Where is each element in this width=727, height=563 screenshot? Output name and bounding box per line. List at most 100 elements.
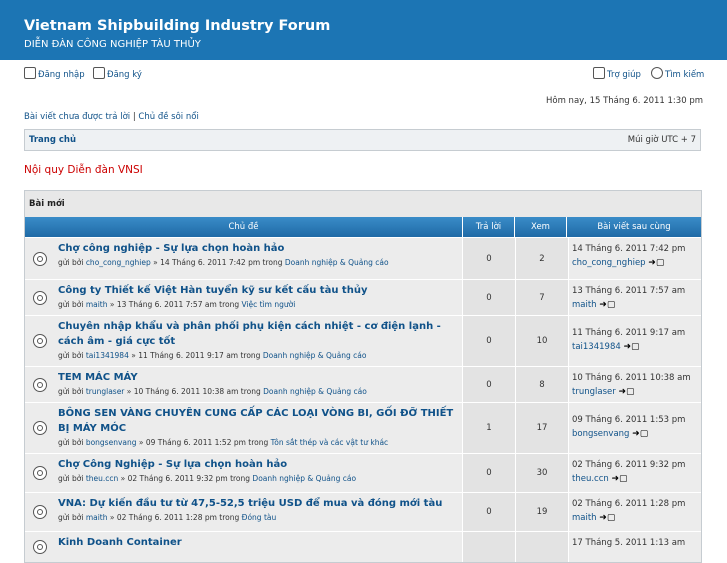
last-post-date: 02 Tháng 6. 2011 9:32 pm bbox=[572, 460, 686, 470]
posted-by-label: gửi bởi bbox=[58, 258, 84, 267]
view-count: 19 bbox=[515, 493, 568, 531]
last-post-user[interactable]: cho_cong_nghiep bbox=[572, 258, 646, 268]
topic-read-icon bbox=[33, 251, 47, 266]
topic-title[interactable]: TEM MÁC MÁY bbox=[58, 370, 459, 385]
col-last-post: Bài viết sau cùng bbox=[566, 217, 701, 237]
goto-last-post-icon[interactable]: ➜▢ bbox=[611, 472, 627, 486]
table-header: Chủ đề Trả lời Xem Bài viết sau cùng bbox=[25, 217, 701, 237]
rules-link[interactable]: Nội quy Diễn đàn VNSI bbox=[24, 164, 143, 176]
topic-read-icon bbox=[33, 421, 47, 435]
register-label: Đăng ký bbox=[107, 70, 142, 80]
view-count: 17 bbox=[515, 403, 568, 453]
table-row: Công ty Thiết kế Việt Hàn tuyển kỹ sư kế… bbox=[25, 279, 701, 315]
view-count: 10 bbox=[515, 316, 568, 366]
topic-title[interactable]: Chợ công nghiệp - Sự lựa chọn hoàn hảo bbox=[58, 241, 459, 256]
topic-forum[interactable]: Doanh nghiệp & Quảng cáo bbox=[285, 258, 389, 267]
login-icon bbox=[24, 67, 36, 79]
col-views: Xem bbox=[514, 217, 566, 237]
topic-title[interactable]: Chợ Công Nghiệp - Sự lựa chọn hoàn hảo bbox=[58, 457, 459, 472]
topic-meta: » 11 Tháng 6. 2011 9:17 am trong bbox=[128, 351, 263, 360]
table-row: Chợ Công Nghiệp - Sự lựa chọn hoàn hảo g… bbox=[25, 453, 701, 492]
unanswered-link[interactable]: Bài viết chưa được trả lời bbox=[24, 112, 130, 122]
topic-meta: » 13 Tháng 6. 2011 7:57 am trong bbox=[107, 300, 242, 309]
topic-author[interactable]: tai1341984 bbox=[86, 351, 129, 360]
topic-forum[interactable]: Doanh nghiệp & Quảng cáo bbox=[252, 474, 356, 483]
last-post-date: 14 Tháng 6. 2011 7:42 pm bbox=[572, 244, 686, 254]
login-label: Đăng nhập bbox=[38, 70, 85, 80]
last-post-date: 13 Tháng 6. 2011 7:57 am bbox=[572, 286, 686, 296]
topic-author[interactable]: theu.ccn bbox=[86, 474, 118, 483]
topic-author[interactable]: cho_cong_nghiep bbox=[86, 258, 151, 267]
topic-forum[interactable]: Đóng tàu bbox=[242, 513, 277, 522]
table-row: Kinh Doanh Container 17 Tháng 5. 2011 1:… bbox=[25, 531, 701, 562]
goto-last-post-icon[interactable]: ➜▢ bbox=[618, 385, 634, 399]
view-count: 2 bbox=[515, 238, 568, 279]
topic-meta: » 10 Tháng 6. 2011 10:38 am trong bbox=[124, 387, 264, 396]
topic-author[interactable]: maith bbox=[86, 513, 108, 522]
view-count bbox=[515, 532, 568, 562]
last-post-user[interactable]: maith bbox=[572, 300, 597, 310]
goto-last-post-icon[interactable]: ➜▢ bbox=[623, 340, 639, 354]
topic-author[interactable]: bongsenvang bbox=[86, 438, 137, 447]
posted-by-label: gửi bởi bbox=[58, 300, 84, 309]
search-link[interactable]: Tìm kiếm bbox=[651, 67, 704, 80]
reply-count bbox=[462, 532, 515, 562]
help-icon bbox=[593, 67, 605, 79]
last-post-date: 17 Tháng 5. 2011 1:13 am bbox=[572, 538, 686, 548]
col-topic: Chủ đề bbox=[228, 222, 259, 232]
last-post-user[interactable]: tai1341984 bbox=[572, 342, 621, 352]
last-post-user[interactable]: maith bbox=[572, 513, 597, 523]
topic-forum[interactable]: Doanh nghiệp & Quảng cáo bbox=[263, 387, 367, 396]
search-icon bbox=[651, 67, 663, 79]
topic-read-icon bbox=[33, 290, 47, 305]
last-post-user[interactable]: theu.ccn bbox=[572, 474, 609, 484]
last-post-date: 10 Tháng 6. 2011 10:38 am bbox=[572, 373, 691, 383]
topic-title[interactable]: Công ty Thiết kế Việt Hàn tuyển kỹ sư kế… bbox=[58, 283, 459, 298]
topic-meta: » 09 Tháng 6. 2011 1:52 pm trong bbox=[136, 438, 271, 447]
topic-author[interactable]: trunglaser bbox=[86, 387, 125, 396]
site-header: Vietnam Shipbuilding Industry Forum DIỄN… bbox=[0, 0, 727, 60]
goto-last-post-icon[interactable]: ➜▢ bbox=[599, 511, 615, 525]
table-row: Chuyên nhập khẩu và phân phối phụ kiện c… bbox=[25, 315, 701, 366]
site-title[interactable]: Vietnam Shipbuilding Industry Forum bbox=[24, 18, 330, 34]
goto-last-post-icon[interactable]: ➜▢ bbox=[632, 427, 648, 441]
topic-forum[interactable]: Doanh nghiệp & Quảng cáo bbox=[263, 351, 367, 360]
active-topics-link[interactable]: Chủ đề sôi nổi bbox=[138, 112, 198, 122]
last-post-user[interactable]: trunglaser bbox=[572, 387, 616, 397]
help-label: Trợ giúp bbox=[607, 70, 641, 80]
table-row: Chợ công nghiệp - Sự lựa chọn hoàn hảo g… bbox=[25, 237, 701, 279]
register-icon bbox=[93, 67, 105, 79]
topic-read-icon bbox=[33, 377, 47, 392]
topic-read-icon bbox=[33, 540, 47, 554]
register-link[interactable]: Đăng ký bbox=[93, 67, 142, 80]
topic-title[interactable]: BÔNG SEN VÀNG CHUYÊN CUNG CẤP CÁC LOẠI V… bbox=[58, 406, 459, 436]
last-post-date: 09 Tháng 6. 2011 1:53 pm bbox=[572, 415, 686, 425]
help-link[interactable]: Trợ giúp bbox=[593, 67, 641, 80]
topic-title[interactable]: VNA: Dự kiến đầu tư từ 47,5-52,5 triệu U… bbox=[58, 496, 459, 511]
search-label: Tìm kiếm bbox=[665, 70, 705, 80]
goto-last-post-icon[interactable]: ➜▢ bbox=[648, 256, 664, 270]
reply-count: 0 bbox=[462, 280, 515, 315]
topic-list: Chợ công nghiệp - Sự lựa chọn hoàn hảo g… bbox=[25, 237, 701, 562]
home-link[interactable]: Trang chủ bbox=[29, 135, 76, 145]
topic-meta: » 02 Tháng 6. 2011 1:28 pm trong bbox=[107, 513, 242, 522]
topic-read-icon bbox=[33, 334, 47, 348]
view-count: 7 bbox=[515, 280, 568, 315]
topic-forum[interactable]: Tôn sắt thép và các vật tư khác bbox=[271, 438, 389, 447]
last-post-date: 02 Tháng 6. 2011 1:28 pm bbox=[572, 499, 686, 509]
goto-last-post-icon[interactable]: ➜▢ bbox=[599, 298, 615, 312]
reply-count: 0 bbox=[462, 367, 515, 402]
topic-read-icon bbox=[33, 505, 47, 519]
topic-forum[interactable]: Việc tìm người bbox=[241, 300, 295, 309]
reply-count: 0 bbox=[462, 493, 515, 531]
posted-by-label: gửi bởi bbox=[58, 387, 84, 396]
last-post-user[interactable]: bongsenvang bbox=[572, 429, 629, 439]
login-link[interactable]: Đăng nhập bbox=[24, 67, 85, 80]
recent-topics-panel: Bài mới Chủ đề Trả lời Xem Bài viết sau … bbox=[24, 190, 702, 563]
topic-title[interactable]: Kinh Doanh Container bbox=[58, 535, 459, 550]
topic-title[interactable]: Chuyên nhập khẩu và phân phối phụ kiện c… bbox=[58, 319, 459, 349]
table-row: BÔNG SEN VÀNG CHUYÊN CUNG CẤP CÁC LOẠI V… bbox=[25, 402, 701, 453]
topic-author[interactable]: maith bbox=[86, 300, 108, 309]
table-row: VNA: Dự kiến đầu tư từ 47,5-52,5 triệu U… bbox=[25, 492, 701, 531]
reply-count: 0 bbox=[462, 316, 515, 366]
